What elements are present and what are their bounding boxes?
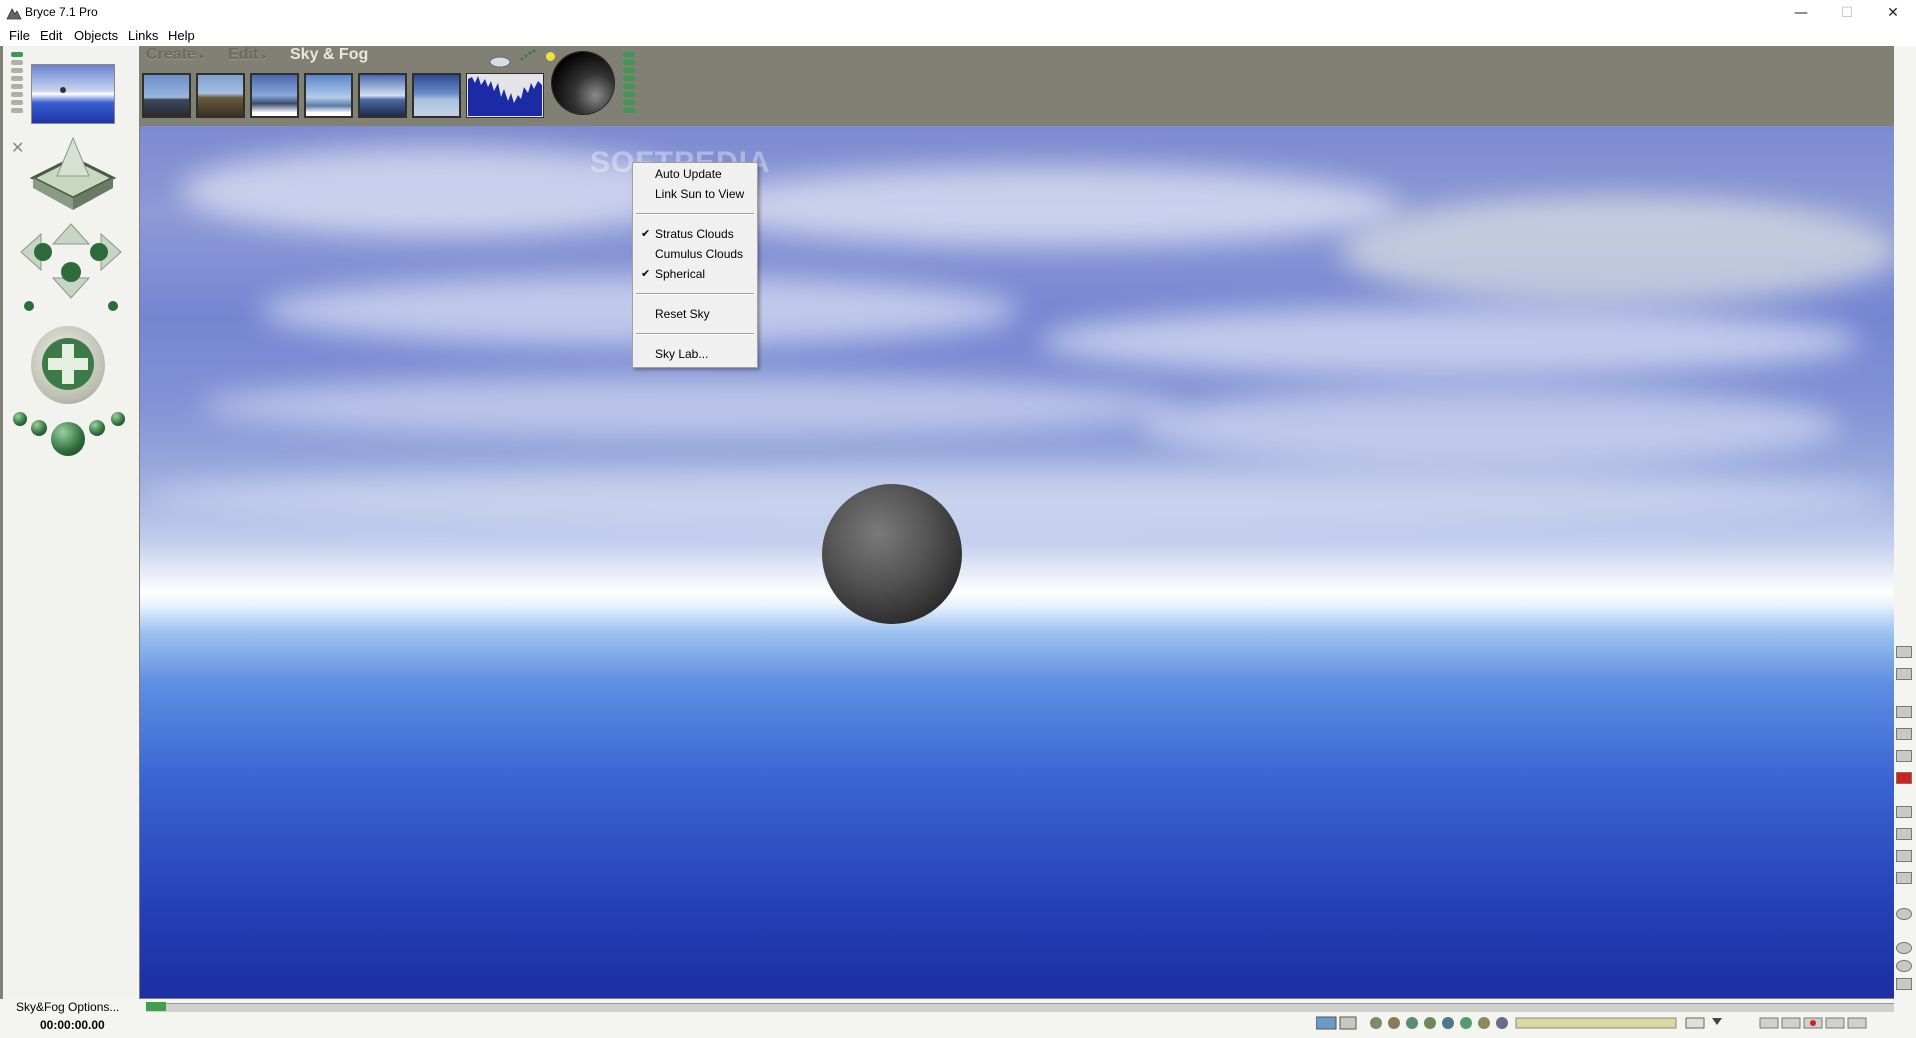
menu-item-reset-sky[interactable]: Reset Sky (655, 304, 710, 324)
right-tool-strip (1894, 46, 1916, 1038)
menu-separator (636, 333, 754, 335)
sphere-object[interactable] (822, 484, 962, 624)
menu-separator (636, 213, 754, 215)
sky-preset-thumbnail[interactable] (412, 73, 461, 118)
render-tool-icon[interactable] (1896, 668, 1912, 680)
menu-separator (636, 293, 754, 295)
menu-bar: File Edit Objects Links Help (0, 26, 1916, 46)
menu-file[interactable]: File (9, 28, 30, 43)
display-tool-icon[interactable] (1896, 850, 1912, 862)
window-title: Bryce 7.1 Pro (25, 5, 98, 19)
menu-help[interactable]: Help (168, 28, 195, 43)
sun-moon-dial[interactable] (552, 52, 614, 114)
menu-item-link-sun-to-view[interactable]: Link Sun to View (655, 184, 744, 204)
close-button[interactable]: ✕ (1870, 0, 1916, 26)
tab-edit[interactable]: Edit ▸ (228, 46, 267, 64)
display-tool-icon[interactable] (1896, 828, 1912, 840)
move-cross-icon (42, 338, 94, 390)
menu-links[interactable]: Links (128, 28, 158, 43)
menu-item-sky-lab[interactable]: Sky Lab... (655, 344, 708, 364)
bryce-app-icon (6, 8, 22, 20)
zoom-ball-4[interactable] (111, 412, 125, 426)
render-viewport[interactable] (140, 126, 1894, 998)
camera-icon[interactable] (1896, 908, 1912, 920)
menu-objects[interactable]: Objects (74, 28, 118, 43)
menu-item-cumulus-clouds[interactable]: Cumulus Clouds (655, 244, 743, 264)
zoom-ball-1[interactable] (13, 412, 27, 426)
memory-dots[interactable] (623, 52, 635, 116)
sky-options-menu: Auto Update Link Sun to View ✔ Stratus C… (632, 162, 758, 368)
view-tool-icon[interactable] (1896, 728, 1912, 740)
zoom-ball-main[interactable] (51, 422, 85, 456)
sun-indicator (546, 52, 555, 61)
menu-item-stratus-clouds[interactable]: Stratus Clouds (655, 224, 734, 244)
status-text: Sky&Fog Options... (16, 1000, 120, 1014)
display-tool-icon[interactable] (1896, 872, 1912, 884)
bryce-workspace: ✕ Create ▸ Edit ▸ Sky & Fog Auto Update … (0, 46, 1916, 1038)
close-panel-icon[interactable]: ✕ (11, 138, 24, 157)
sky-preset-thumbnail[interactable] (358, 73, 407, 118)
checkmark-icon: ✔ (641, 227, 651, 240)
render-tool-icon[interactable] (1896, 646, 1912, 658)
cloud-sun-icons[interactable] (486, 48, 544, 70)
zoom-out-icon[interactable] (1896, 960, 1912, 972)
zoom-ball-3[interactable] (89, 420, 105, 436)
left-control-panel: ✕ (3, 46, 139, 1038)
animation-controls[interactable] (1316, 1014, 1876, 1032)
sky-preset-thumbnail[interactable] (142, 73, 191, 118)
sky-preset-thumbnail[interactable] (196, 73, 245, 118)
view-mode-leds[interactable] (11, 52, 23, 116)
camera-trackball-icon[interactable] (27, 136, 119, 214)
view-tool-icon[interactable] (1896, 706, 1912, 718)
move-trackball[interactable] (31, 326, 105, 404)
record-icon[interactable] (1896, 772, 1912, 784)
menu-item-spherical[interactable]: Spherical (655, 264, 705, 284)
tab-sky-fog[interactable]: Sky & Fog (290, 46, 368, 64)
zoom-in-icon[interactable] (1896, 942, 1912, 954)
maximize-button[interactable]: ☐ (1824, 0, 1870, 26)
timeline-scrubber[interactable] (146, 1002, 166, 1011)
display-tool-icon[interactable] (1896, 806, 1912, 818)
pan-hand-icon[interactable] (1896, 978, 1912, 990)
time-display: 00:00:00.00 (40, 1018, 105, 1032)
tab-create[interactable]: Create ▸ (146, 46, 204, 64)
sky-histogram-thumbnail[interactable] (466, 73, 544, 118)
camera-direction-pad-icon[interactable] (11, 222, 131, 322)
nano-preview[interactable] (31, 64, 115, 124)
view-tool-icon[interactable] (1896, 750, 1912, 762)
sky-preset-thumbnail[interactable] (250, 73, 299, 118)
animation-timeline[interactable] (146, 1003, 1894, 1012)
zoom-ball-2[interactable] (31, 420, 47, 436)
sky-preset-thumbnail[interactable] (304, 73, 353, 118)
menu-edit[interactable]: Edit (40, 28, 62, 43)
minimize-button[interactable]: — (1778, 0, 1824, 26)
menu-item-auto-update[interactable]: Auto Update (655, 164, 722, 184)
title-bar: Bryce 7.1 Pro — ☐ ✕ (0, 0, 1916, 27)
checkmark-icon: ✔ (641, 267, 651, 280)
